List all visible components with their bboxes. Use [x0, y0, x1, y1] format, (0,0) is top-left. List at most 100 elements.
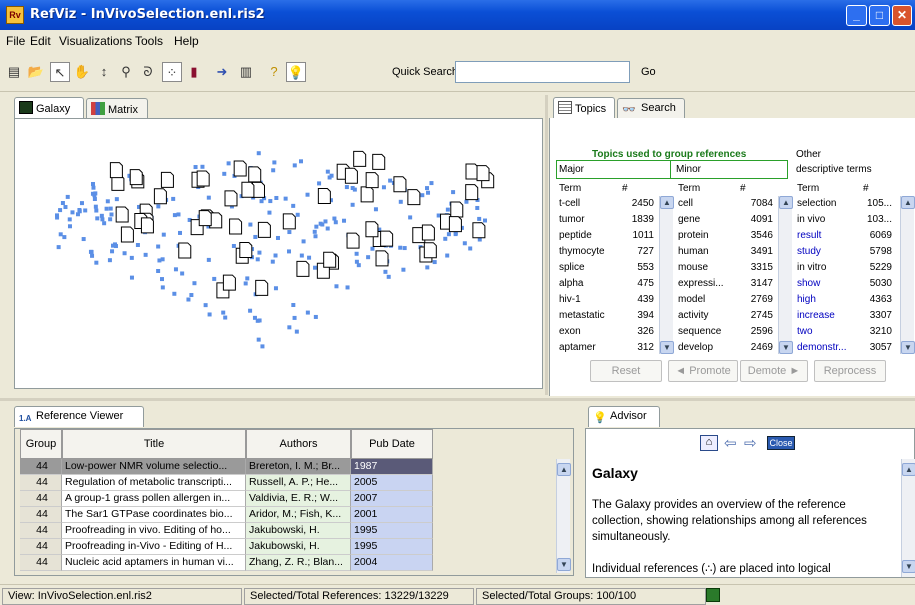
galaxy-point[interactable] — [108, 206, 113, 211]
galaxy-point[interactable] — [453, 232, 458, 237]
galaxy-point[interactable] — [425, 265, 430, 270]
galaxy-point[interactable] — [333, 220, 338, 225]
galaxy-point[interactable] — [298, 159, 303, 164]
galaxy-point[interactable] — [90, 253, 95, 258]
menu-visualizations[interactable]: Visualizations — [59, 34, 132, 48]
galaxy-point[interactable] — [143, 252, 148, 257]
document-cluster-icon[interactable] — [257, 221, 271, 238]
arrow-right-icon[interactable]: ➜ — [212, 62, 232, 82]
galaxy-point[interactable] — [370, 246, 375, 251]
pointer-icon[interactable]: ↖ — [50, 62, 70, 82]
galaxy-point[interactable] — [386, 274, 391, 279]
galaxy-point[interactable] — [104, 206, 109, 211]
galaxy-point[interactable] — [398, 245, 403, 250]
galaxy-point[interactable] — [325, 226, 330, 231]
other-scrollbar[interactable]: ▲ ▼ — [900, 196, 915, 354]
galaxy-point[interactable] — [270, 259, 275, 264]
galaxy-point[interactable] — [445, 207, 450, 212]
reference-table[interactable]: 44 Low-power NMR volume selectio... Breret… — [20, 459, 433, 573]
bulb-icon[interactable]: 💡 — [286, 62, 306, 82]
galaxy-point[interactable] — [99, 213, 104, 218]
galaxy-point[interactable] — [334, 284, 339, 289]
scroll-up-icon[interactable]: ▲ — [557, 463, 571, 476]
other-topic-row[interactable]: show 5030 — [794, 276, 899, 292]
major-topic-row[interactable]: splice 553 — [556, 260, 659, 276]
galaxy-point[interactable] — [122, 251, 127, 256]
galaxy-point[interactable] — [129, 275, 134, 280]
major-topic-row[interactable]: exon 326 — [556, 324, 659, 340]
minor-scrollbar[interactable]: ▲ ▼ — [778, 196, 793, 354]
document-cluster-icon[interactable] — [407, 189, 421, 206]
tab-topics[interactable]: Topics — [553, 97, 615, 118]
document-cluster-icon[interactable] — [448, 216, 462, 233]
tab-matrix[interactable]: Matrix — [86, 98, 148, 119]
other-count-header[interactable]: # — [863, 183, 869, 194]
galaxy-point[interactable] — [231, 243, 236, 248]
promote-button[interactable]: ◄ Promote — [668, 360, 738, 382]
close-window-button[interactable]: ✕ — [892, 5, 912, 26]
galaxy-point[interactable] — [212, 276, 217, 281]
document-cluster-icon[interactable] — [472, 222, 486, 239]
galaxy-point[interactable] — [295, 212, 300, 217]
galaxy-point[interactable] — [55, 213, 60, 218]
galaxy-point[interactable] — [172, 213, 177, 218]
scroll-down-icon[interactable]: ▼ — [779, 341, 793, 354]
galaxy-point[interactable] — [305, 310, 310, 315]
galaxy-point[interactable] — [287, 249, 292, 254]
galaxy-point[interactable] — [299, 253, 304, 258]
galaxy-point[interactable] — [178, 230, 183, 235]
document-cluster-icon[interactable] — [476, 165, 490, 182]
galaxy-point[interactable] — [294, 329, 299, 334]
galaxy-point[interactable] — [381, 185, 386, 190]
document-cluster-icon[interactable] — [120, 226, 134, 243]
galaxy-point[interactable] — [283, 196, 288, 201]
galaxy-point[interactable] — [443, 236, 448, 241]
document-cluster-icon[interactable] — [423, 242, 437, 259]
galaxy-point[interactable] — [113, 242, 118, 247]
major-topic-row[interactable]: alpha 475 — [556, 276, 659, 292]
other-topic-row[interactable]: in vivo 103... — [794, 212, 899, 228]
galaxy-point[interactable] — [95, 216, 100, 221]
scroll-up-icon[interactable]: ▲ — [901, 196, 915, 209]
minor-topic-row[interactable]: model 2769 — [675, 292, 778, 308]
major-topic-row[interactable]: aptamer 312 — [556, 340, 659, 354]
tab-search[interactable]: 👓 Search — [617, 98, 685, 119]
galaxy-point[interactable] — [62, 235, 67, 240]
document-cluster-icon[interactable] — [129, 169, 143, 186]
document-cluster-icon[interactable] — [282, 213, 296, 230]
other-topic-row[interactable]: two 3210 — [794, 324, 899, 340]
galaxy-point[interactable] — [332, 216, 337, 221]
galaxy-point[interactable] — [172, 291, 177, 296]
scroll-down-icon[interactable]: ▼ — [901, 341, 915, 354]
other-topic-row[interactable]: demonstr... 3057 — [794, 340, 899, 354]
other-term-header[interactable]: Term — [797, 183, 819, 194]
galaxy-point[interactable] — [94, 260, 99, 265]
galaxy-point[interactable] — [206, 257, 211, 262]
book-icon[interactable]: ▮ — [184, 62, 204, 82]
major-count-header[interactable]: # — [622, 183, 628, 194]
lasso-icon[interactable]: ᘐ — [138, 62, 158, 82]
galaxy-point[interactable] — [207, 312, 212, 317]
galaxy-point[interactable] — [307, 255, 312, 260]
galaxy-point[interactable] — [83, 208, 88, 213]
col-authors-header[interactable]: Authors — [246, 429, 351, 459]
other-terms-list[interactable]: selection 105... in vivo 103... result 6069 st… — [794, 196, 899, 354]
menu-file[interactable]: File — [6, 34, 25, 48]
galaxy-point[interactable] — [344, 185, 349, 190]
galaxy-point[interactable] — [325, 169, 330, 174]
galaxy-point[interactable] — [91, 185, 96, 190]
galaxy-point[interactable] — [275, 235, 280, 240]
galaxy-point[interactable] — [323, 219, 328, 224]
galaxy-point[interactable] — [257, 318, 262, 323]
minor-topic-row[interactable]: develop 2469 — [675, 340, 778, 354]
galaxy-point[interactable] — [200, 164, 205, 169]
galaxy-point[interactable] — [156, 268, 161, 273]
document-cluster-icon[interactable] — [353, 150, 367, 167]
galaxy-point[interactable] — [63, 205, 68, 210]
document-cluster-icon[interactable] — [360, 186, 374, 203]
galaxy-point[interactable] — [173, 267, 178, 272]
galaxy-point[interactable] — [94, 208, 99, 213]
galaxy-point[interactable] — [383, 269, 388, 274]
table-row[interactable]: 44 A group-1 grass pollen allergen in... V… — [20, 491, 433, 507]
galaxy-point[interactable] — [243, 281, 248, 286]
